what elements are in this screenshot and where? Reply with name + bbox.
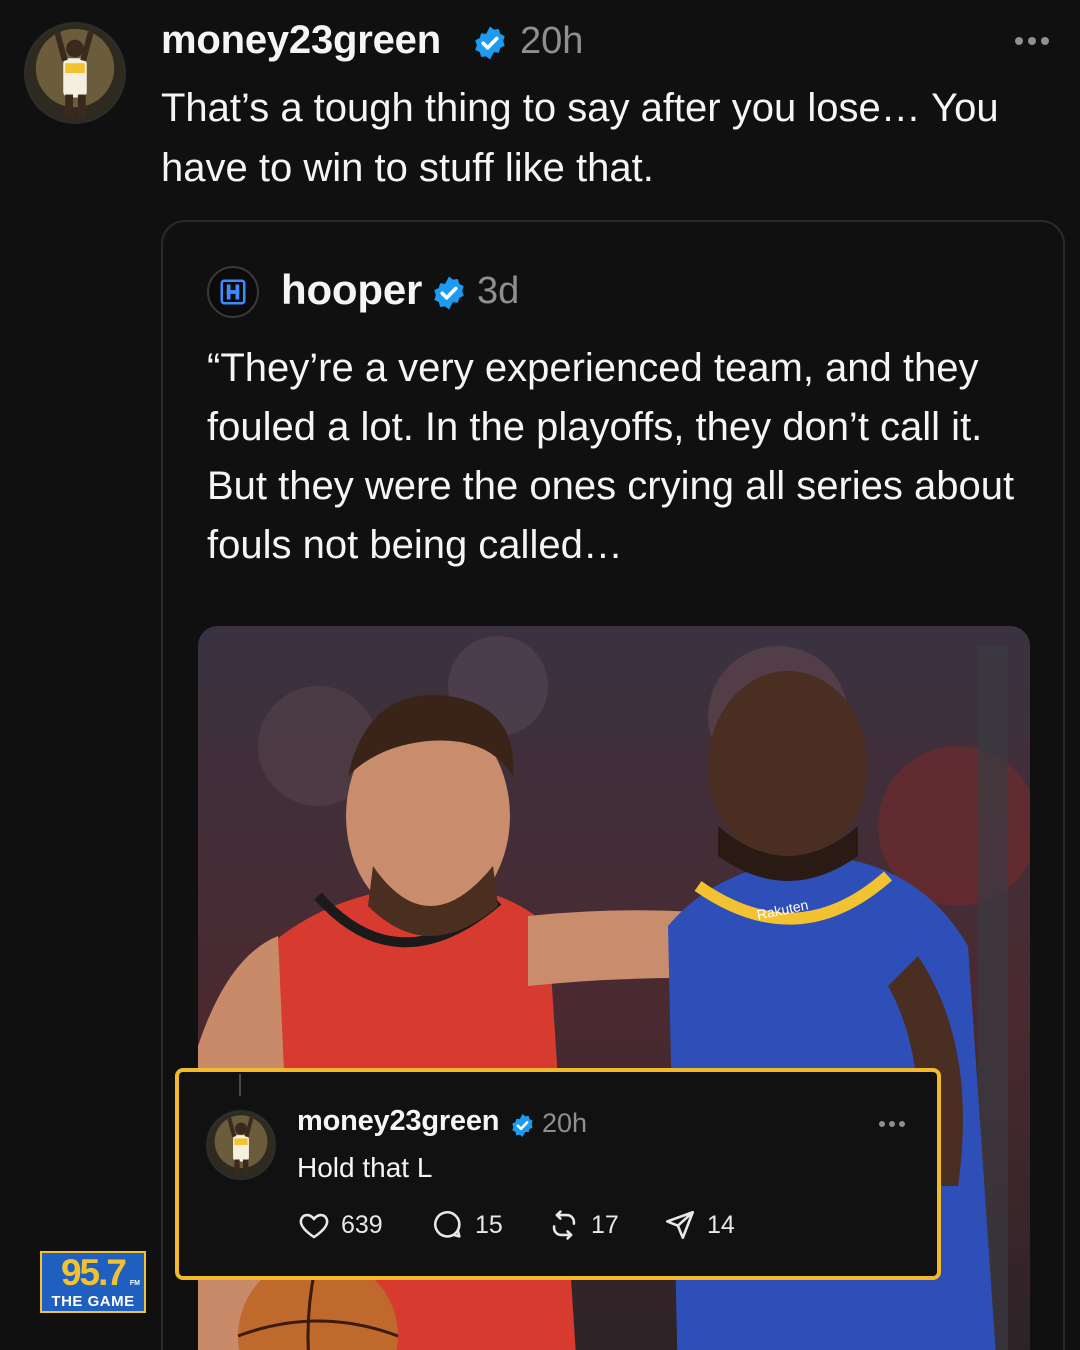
- repost-count: 17: [591, 1210, 619, 1239]
- station-name: THE GAME: [42, 1292, 144, 1311]
- player-avatar-image: [26, 24, 124, 122]
- like-count: 639: [341, 1210, 383, 1239]
- highlighted-reply[interactable]: money23green 20h Hold that L 639 15 17 1…: [175, 1068, 941, 1280]
- post-timestamp: 20h: [520, 20, 584, 62]
- verified-badge-icon: [512, 1114, 533, 1137]
- hooper-logo-icon: [220, 279, 246, 305]
- more-options-icon[interactable]: [1015, 37, 1049, 45]
- heart-icon: [299, 1213, 329, 1239]
- comment-count: 15: [475, 1210, 503, 1239]
- reply-text: Hold that L: [297, 1152, 433, 1183]
- player-avatar-image: [208, 1112, 274, 1178]
- reply-author-username[interactable]: money23green: [297, 1105, 500, 1138]
- hooper-avatar[interactable]: [207, 266, 259, 318]
- station-frequency: 95.7: [60, 1252, 127, 1293]
- post-text: That’s a tough thing to say after you lo…: [161, 86, 999, 190]
- quoted-post-text: “They’re a very experienced team, and th…: [207, 346, 1015, 567]
- reply-author-avatar[interactable]: [206, 1110, 276, 1180]
- station-logo: 95.7 FM THE GAME: [40, 1251, 146, 1313]
- more-options-icon[interactable]: [879, 1121, 905, 1127]
- share-count: 14: [707, 1210, 735, 1239]
- comment-button[interactable]: 15: [431, 1208, 503, 1242]
- send-icon: [665, 1210, 695, 1240]
- quoted-author-username[interactable]: hooper: [281, 266, 422, 314]
- thread-line: [239, 1074, 241, 1096]
- repost-icon: [552, 1210, 576, 1240]
- share-button[interactable]: 14: [663, 1208, 735, 1242]
- verified-badge-icon: [475, 26, 505, 60]
- like-button[interactable]: 639: [297, 1208, 383, 1242]
- repost-button[interactable]: 17: [547, 1208, 619, 1242]
- comment-icon: [434, 1211, 461, 1238]
- verified-badge-icon: [434, 276, 464, 310]
- reply-timestamp: 20h: [542, 1108, 588, 1138]
- post-author-avatar[interactable]: [24, 22, 126, 124]
- quoted-timestamp: 3d: [477, 270, 520, 312]
- station-fm-label: FM: [129, 1280, 140, 1287]
- post-author-username[interactable]: money23green: [161, 18, 441, 63]
